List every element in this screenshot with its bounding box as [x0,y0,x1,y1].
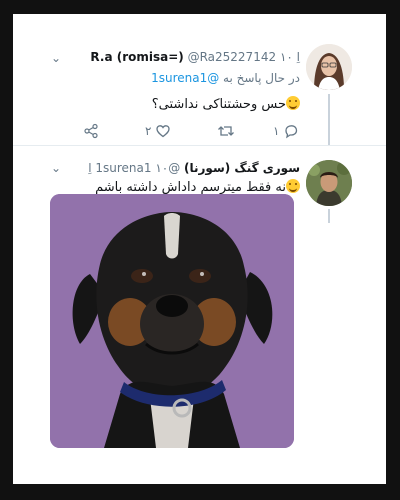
like-count: ۲ [145,124,152,138]
replying-to: در حال پاسخ به @1surena1 [151,71,300,85]
reply-icon [285,125,298,139]
share-icon [84,123,98,139]
retweet-button[interactable] [213,122,235,140]
tweet-header: R.a (romisa=) @Ra25227142 ۱۰ اِ [90,50,300,68]
avatar-photo [306,44,352,90]
avatar[interactable] [306,160,352,206]
display-name[interactable]: سوری گنگ (سورنا) [184,161,300,175]
tweet-text: حس وحشتناکی نداشتی؟ [152,96,300,112]
reply-button[interactable]: ۱ [273,122,299,140]
tweet-text: نه فقط میترسم داداش داشته باشم [95,179,300,195]
divider [13,145,386,146]
reply-mention-link[interactable]: @1surena1 [151,71,219,85]
avatar[interactable] [306,44,352,90]
retweet-icon [218,126,234,136]
tweet-thread-card: ⌄ R.a (romisa=) @Ra25227142 ۱۰ اِ در حال… [13,14,386,484]
share-button[interactable] [83,122,99,140]
replying-to-label: در حال پاسخ به [223,71,300,85]
tweet-media-image[interactable] [50,194,294,448]
timestamp[interactable]: ۱۰ اِ [280,50,300,64]
user-handle[interactable]: @Ra25227142 [188,50,277,64]
avatar-photo [306,160,352,206]
laughing-emoji-icon [286,179,300,193]
chevron-down-icon[interactable]: ⌄ [51,162,61,174]
thread-connector [328,94,330,146]
tweet-header: سوری گنگ (سورنا) @1surena1 ۱۰ اِ [88,161,300,179]
tweet-text-body: نه فقط میترسم داداش داشته باشم [95,180,286,195]
chevron-down-icon[interactable]: ⌄ [51,52,61,64]
tweet-text-body: حس وحشتناکی نداشتی؟ [151,97,286,112]
user-handle[interactable]: @1surena1 [95,161,180,175]
thread-connector [328,209,330,223]
heart-icon [156,125,171,138]
like-button[interactable]: ۲ [145,122,171,140]
reply-count: ۱ [273,124,280,138]
smile-emoji-icon [286,96,300,110]
dog-photo [50,194,294,448]
tweet-actions: ۱ ۲ [73,122,323,142]
display-name[interactable]: R.a (romisa=) [90,50,183,64]
